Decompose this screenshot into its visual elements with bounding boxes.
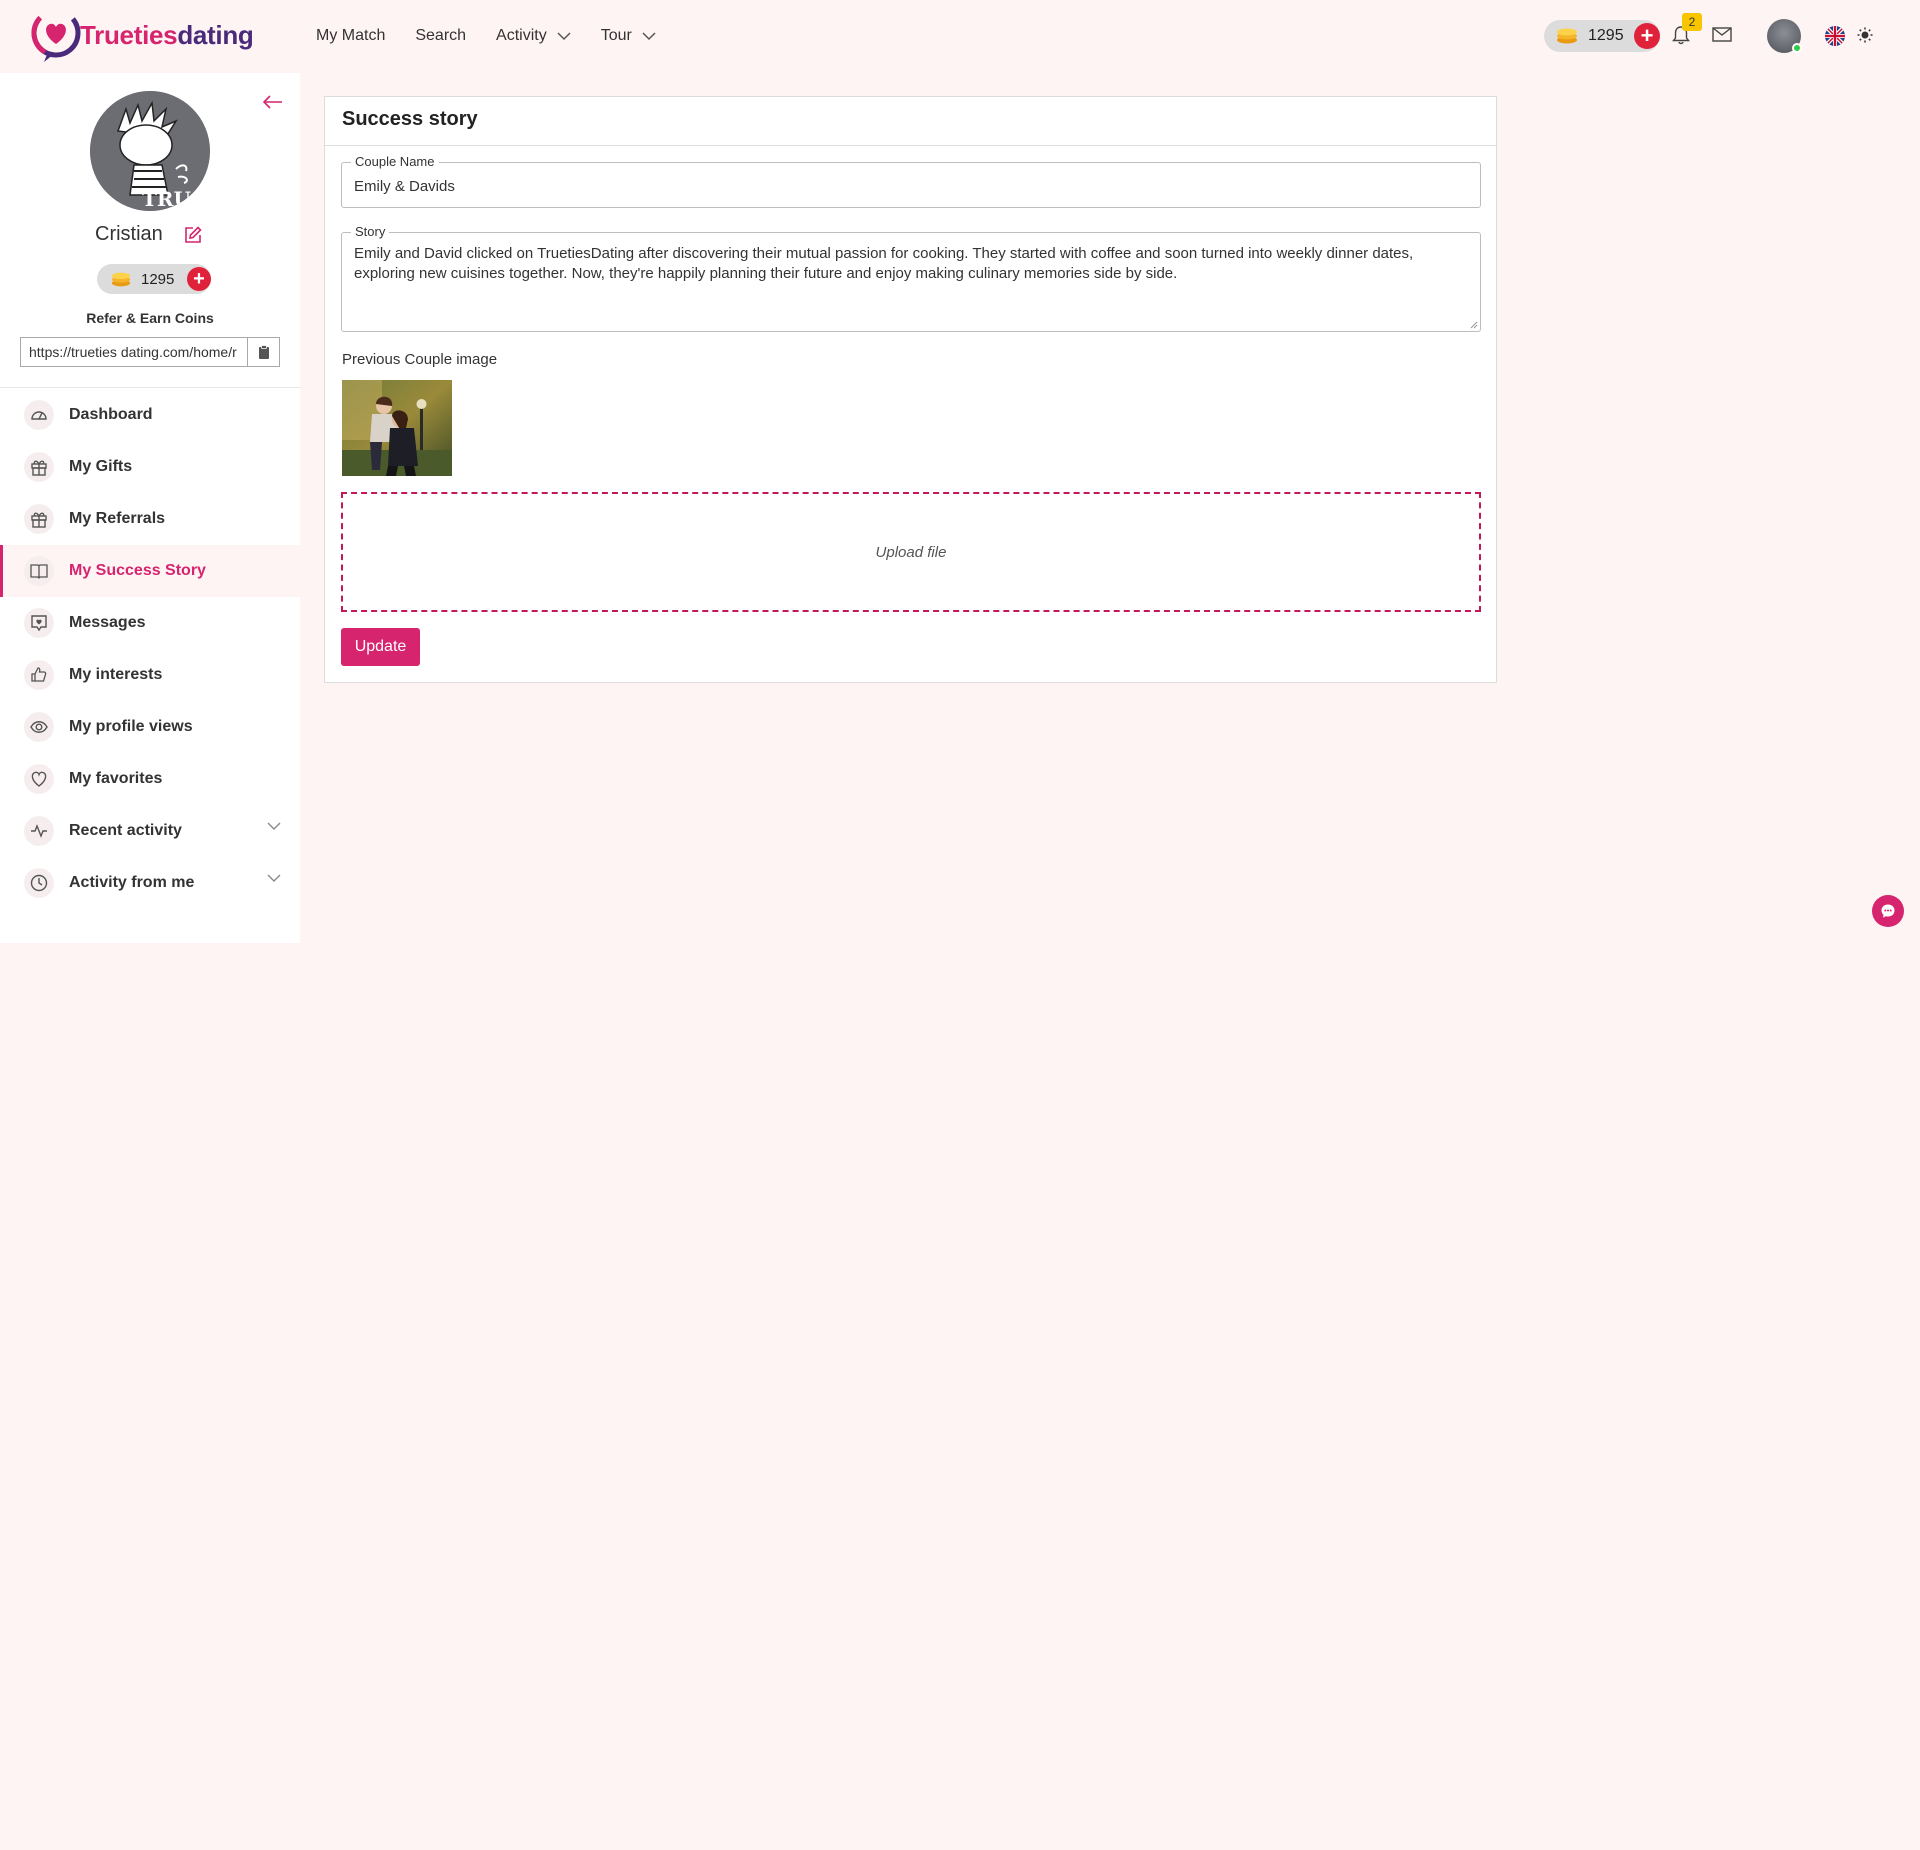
coins-icon	[111, 272, 131, 286]
top-navbar: Truetiesdating My Match Search Activity …	[0, 0, 1920, 73]
referral-link-input[interactable]	[20, 337, 248, 367]
thumbs-up-icon	[24, 660, 54, 690]
story-label: Story	[351, 224, 390, 239]
update-button[interactable]: Update	[341, 628, 420, 666]
nav-label: My Match	[316, 27, 386, 44]
sidebar-item-label: My interests	[69, 666, 163, 683]
coin-balance-pill[interactable]: 1295 +	[1544, 20, 1660, 52]
dashboard-icon	[24, 400, 54, 430]
book-icon	[24, 556, 54, 586]
add-coins-button[interactable]: +	[1634, 23, 1660, 49]
logo-text-part2: dating	[177, 19, 254, 50]
logo-text: Truetiesdating	[80, 20, 254, 51]
sidebar-item-label: Dashboard	[69, 406, 153, 423]
add-coins-button[interactable]: +	[187, 267, 211, 291]
coin-count: 1295	[1588, 27, 1624, 44]
gift-icon	[24, 452, 54, 482]
main-nav: My Match Search Activity Tour	[316, 27, 686, 45]
previous-image-label: Previous Couple image	[342, 351, 498, 368]
chevron-down-icon	[267, 822, 281, 830]
uk-flag-icon[interactable]	[1825, 26, 1845, 46]
sun-icon[interactable]	[1857, 27, 1873, 43]
heart-icon	[24, 764, 54, 794]
nav-label: Tour	[600, 27, 632, 44]
story-textarea[interactable]: Story Emily and David clicked on Truetie…	[341, 224, 1481, 332]
story-value[interactable]: Emily and David clicked on TruetiesDatin…	[354, 244, 1469, 284]
sidebar-item-label: My favorites	[69, 770, 163, 787]
sidebar-divider	[0, 387, 300, 388]
refer-earn-title: Refer & Earn Coins	[86, 310, 214, 326]
sidebar-item-my-success-story[interactable]: My Success Story	[0, 545, 300, 597]
arrow-left-icon[interactable]	[263, 95, 283, 109]
gift-icon	[24, 504, 54, 534]
sidebar-item-label: My Referrals	[69, 510, 166, 527]
nav-my-match[interactable]: My Match	[316, 27, 385, 45]
coin-count: 1295	[141, 270, 175, 288]
resize-grip-icon[interactable]	[1470, 321, 1478, 329]
edit-icon[interactable]	[184, 226, 202, 244]
chat-button[interactable]	[1872, 895, 1904, 927]
chevron-down-icon	[557, 31, 571, 40]
sidebar-item-messages[interactable]: Messages	[0, 597, 300, 649]
clock-icon	[24, 868, 54, 898]
logo-mark-icon	[30, 6, 86, 64]
sidebar-item-label: Activity from me	[69, 874, 195, 891]
activity-icon	[24, 816, 54, 846]
chevron-down-icon	[267, 874, 281, 882]
sidebar-item-dashboard[interactable]: Dashboard	[0, 389, 300, 441]
previous-couple-image	[342, 380, 452, 476]
sidebar: TRU Cristian 1295 + Refer & Earn Coins D…	[0, 73, 300, 943]
message-heart-icon	[24, 608, 54, 638]
card-divider	[325, 145, 1496, 146]
couple-name-value[interactable]: Emily & Davids	[354, 178, 455, 195]
sidebar-item-label: Recent activity	[69, 822, 182, 839]
profile-name: Cristian	[95, 223, 163, 245]
eye-icon	[24, 712, 54, 742]
couple-name-field[interactable]: Couple Name Emily & Davids	[341, 154, 1481, 208]
nav-search[interactable]: Search	[415, 27, 466, 45]
page-title: Success story	[342, 108, 478, 130]
upload-dropzone[interactable]: Upload file	[341, 492, 1481, 612]
sidebar-coin-pill[interactable]: 1295 +	[97, 264, 211, 294]
profile-avatar[interactable]: TRU	[90, 91, 210, 211]
clipboard-icon	[258, 345, 269, 359]
sidebar-item-label: Messages	[69, 614, 146, 631]
notification-badge: 2	[1682, 13, 1702, 31]
sidebar-item-my-referrals[interactable]: My Referrals	[0, 493, 300, 545]
sidebar-item-recent-activity[interactable]: Recent activity	[0, 805, 300, 857]
mail-icon[interactable]	[1712, 27, 1732, 42]
online-status-dot	[1792, 43, 1802, 53]
sidebar-menu: Dashboard My Gifts My Referrals My Succe…	[0, 389, 300, 909]
success-story-card: Success story Couple Name Emily & Davids…	[324, 96, 1497, 683]
sidebar-item-label: My Gifts	[69, 458, 133, 475]
sidebar-item-my-profile-views[interactable]: My profile views	[0, 701, 300, 753]
nav-tour-dropdown[interactable]: Tour	[601, 27, 656, 45]
logo-text-part1: Trueties	[80, 19, 178, 50]
coins-icon	[1557, 28, 1577, 44]
sidebar-item-my-favorites[interactable]: My favorites	[0, 753, 300, 805]
nav-label: Activity	[496, 27, 547, 44]
brand-logo[interactable]: Truetiesdating	[30, 6, 254, 64]
copy-link-button[interactable]	[247, 337, 280, 367]
avatar-text: TRU	[142, 187, 191, 211]
couple-name-label: Couple Name	[351, 154, 439, 169]
sidebar-item-label: My profile views	[69, 718, 193, 735]
sidebar-item-my-gifts[interactable]: My Gifts	[0, 441, 300, 493]
upload-text: Upload file	[875, 543, 947, 561]
sidebar-item-activity-from-me[interactable]: Activity from me	[0, 857, 300, 909]
sidebar-item-label: My Success Story	[69, 562, 206, 579]
chat-icon	[1881, 904, 1895, 918]
nav-label: Search	[415, 27, 467, 44]
sidebar-item-my-interests[interactable]: My interests	[0, 649, 300, 701]
nav-activity-dropdown[interactable]: Activity	[496, 27, 571, 45]
chevron-down-icon	[642, 31, 656, 40]
